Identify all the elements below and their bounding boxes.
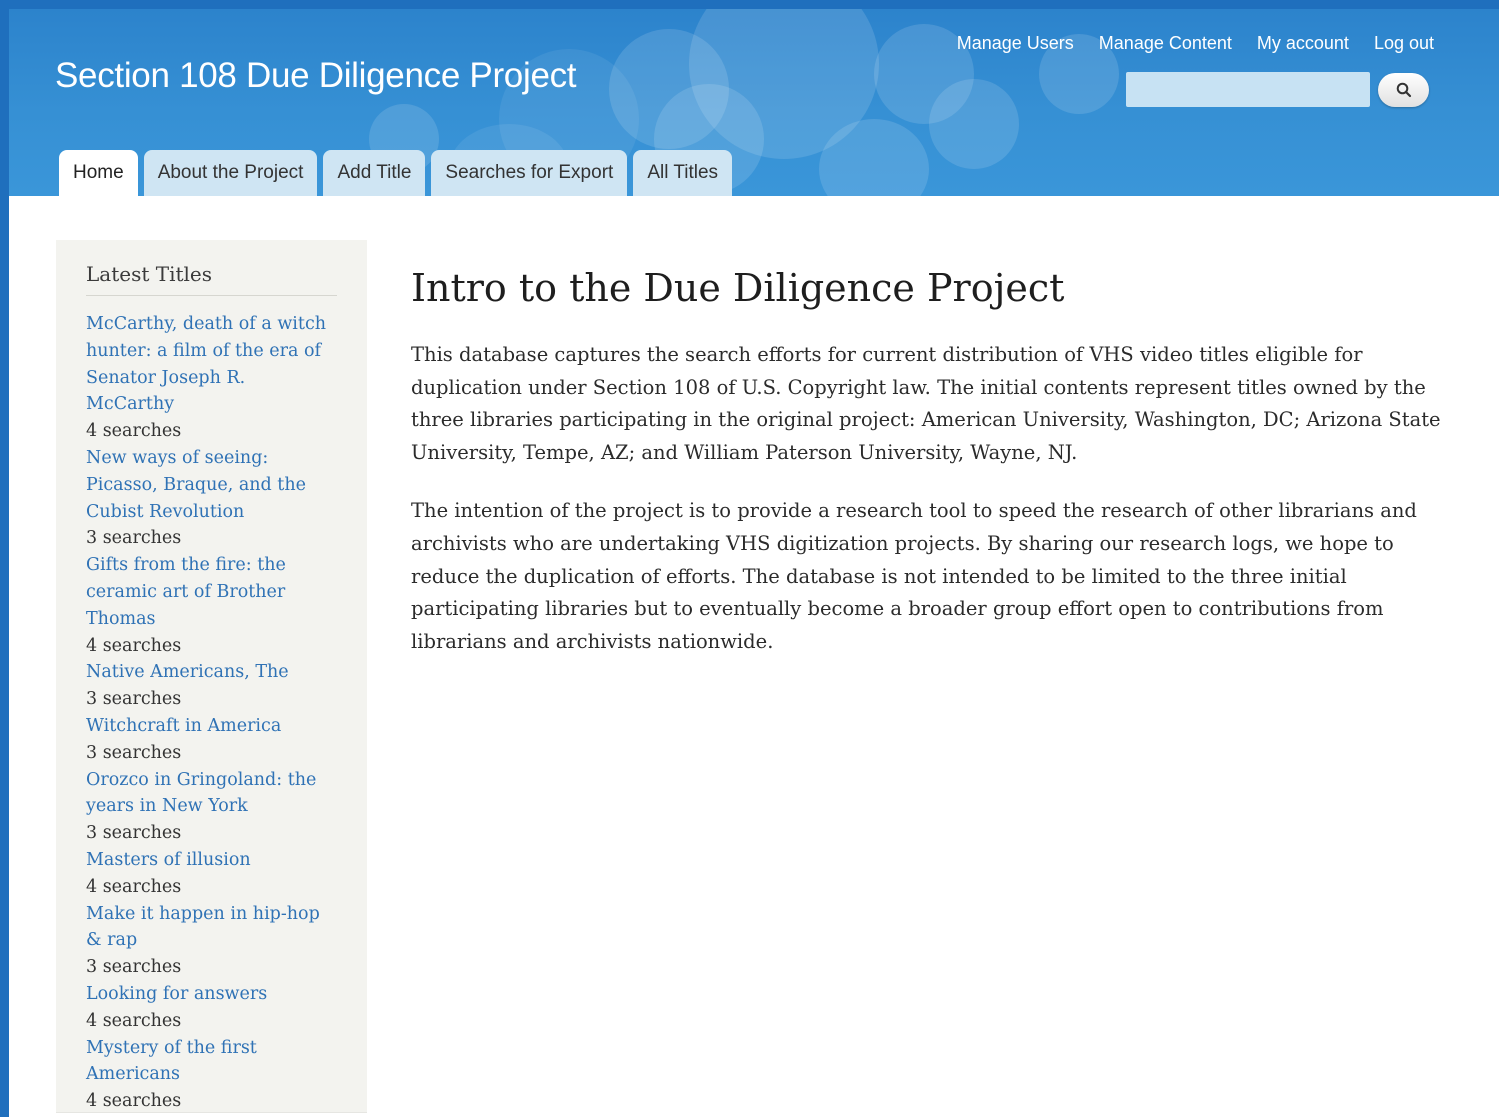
title-link[interactable]: Mystery of the first Americans (86, 1035, 337, 1089)
title-link[interactable]: Orozco in Gringoland: the years in New Y… (86, 767, 337, 821)
list-item: Orozco in Gringoland: the years in New Y… (86, 767, 337, 847)
list-item: McCarthy, death of a witch hunter: a fil… (86, 311, 337, 445)
search-input[interactable] (1126, 72, 1370, 107)
page-title: Intro to the Due Diligence Project (411, 266, 1065, 310)
sidebar-title: Latest Titles (86, 262, 337, 296)
search-count: 4 searches (86, 1010, 182, 1031)
title-link[interactable]: Masters of illusion (86, 847, 337, 874)
search-icon (1396, 82, 1411, 98)
title-link[interactable]: McCarthy, death of a witch hunter: a fil… (86, 311, 337, 418)
site-name[interactable]: Section 108 Due Diligence Project (55, 56, 577, 96)
primary-tabs: Home About the Project Add Title Searche… (59, 150, 733, 196)
title-link[interactable]: Witchcraft in America (86, 713, 337, 740)
list-item: Gifts from the fire: the ceramic art of … (86, 552, 337, 659)
manage-content-link[interactable]: Manage Content (1099, 33, 1232, 54)
search-count: 3 searches (86, 823, 182, 844)
title-link[interactable]: Native Americans, The (86, 659, 337, 686)
search-count: 4 searches (86, 876, 182, 897)
intention-paragraph: The intention of the project is to provi… (411, 499, 1417, 653)
list-item: Witchcraft in America 3 searches (86, 713, 337, 767)
tab-about-the-project[interactable]: About the Project (143, 150, 318, 196)
secondary-menu: Manage Users Manage Content My account L… (957, 33, 1434, 54)
search-count: 3 searches (86, 957, 182, 978)
list-item: Looking for answers 4 searches (86, 981, 337, 1035)
title-link[interactable]: Make it happen in hip-hop & rap (86, 901, 337, 955)
header-decoration (929, 79, 1019, 169)
title-link[interactable]: Gifts from the fire: the ceramic art of … (86, 552, 337, 632)
tab-all-titles[interactable]: All Titles (633, 150, 733, 196)
tab-home[interactable]: Home (59, 150, 138, 196)
tab-add-title[interactable]: Add Title (323, 150, 426, 196)
list-item: Native Americans, The 3 searches (86, 659, 337, 713)
intro-paragraph: This database captures the search effort… (411, 343, 1441, 464)
search-count: 4 searches (86, 421, 182, 442)
search-button[interactable] (1378, 73, 1429, 107)
search-count: 3 searches (86, 689, 182, 710)
sidebar-latest-titles: Latest Titles McCarthy, death of a witch… (56, 240, 367, 1113)
my-account-link[interactable]: My account (1257, 33, 1349, 54)
tab-searches-for-export[interactable]: Searches for Export (431, 150, 628, 196)
search-count: 4 searches (86, 635, 182, 656)
list-item: New ways of seeing: Picasso, Braque, and… (86, 445, 337, 552)
title-link[interactable]: Looking for answers (86, 981, 337, 1008)
list-item: Make it happen in hip-hop & rap 3 search… (86, 901, 337, 981)
list-item: Masters of illusion 4 searches (86, 847, 337, 901)
site-header: Section 108 Due Diligence Project Manage… (9, 9, 1499, 196)
search-count: 3 searches (86, 528, 182, 549)
search-count: 4 searches (86, 1091, 182, 1112)
latest-titles-list: McCarthy, death of a witch hunter: a fil… (86, 311, 337, 1115)
main-content: Intro to the Due Diligence Project This … (411, 262, 1451, 658)
log-out-link[interactable]: Log out (1374, 33, 1434, 54)
search-count: 3 searches (86, 742, 182, 763)
list-item: Mystery of the first Americans 4 searche… (86, 1035, 337, 1115)
manage-users-link[interactable]: Manage Users (957, 33, 1074, 54)
title-link[interactable]: New ways of seeing: Picasso, Braque, and… (86, 445, 337, 525)
